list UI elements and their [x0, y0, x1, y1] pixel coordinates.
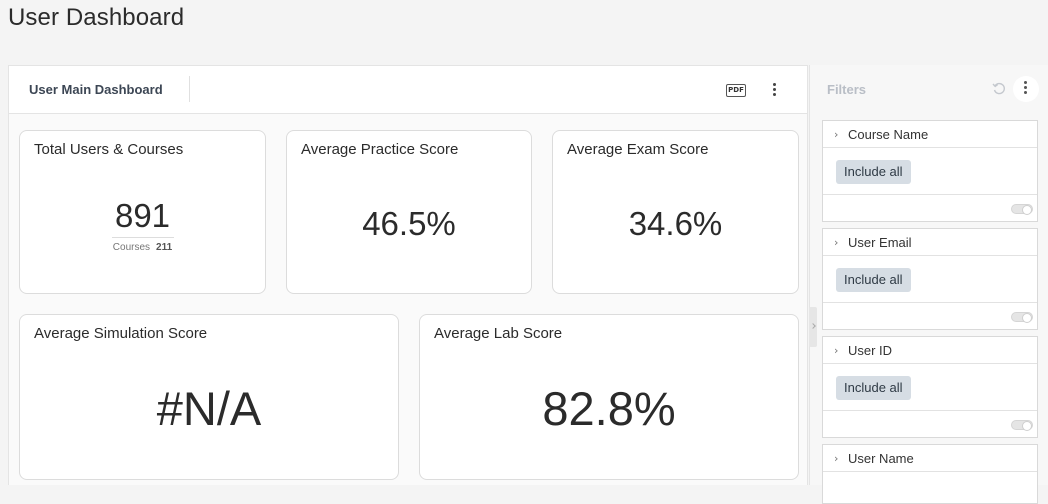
card-average-lab-score: Average Lab Score 82.8% [419, 314, 799, 480]
chevron-right-icon[interactable]: › [834, 452, 838, 465]
card-title: Total Users & Courses [34, 141, 184, 158]
filter-label: User Name [848, 451, 914, 466]
panel-collapse-handle[interactable] [809, 307, 817, 347]
filters-panel: Filters › Course Name Include all › User… [809, 65, 1048, 504]
kebab-menu-icon [1024, 81, 1028, 97]
sub-metric: Courses 211 [20, 242, 265, 253]
card-title: Average Practice Score [301, 141, 459, 158]
pdf-export-icon[interactable]: PDF [726, 84, 746, 97]
filter-header[interactable]: › User ID [823, 337, 1037, 364]
card-average-exam-score: Average Exam Score 34.6% [552, 130, 799, 294]
filter-body: Include all [823, 256, 1037, 303]
card-total-users-courses: Total Users & Courses 891 Courses 211 [19, 130, 266, 294]
include-all-chip[interactable]: Include all [836, 268, 911, 292]
card-average-simulation-score: Average Simulation Score #N/A [19, 314, 399, 480]
header-divider [189, 76, 190, 102]
filter-header[interactable]: › Course Name [823, 121, 1037, 148]
reset-icon[interactable] [992, 82, 1006, 96]
page-title: User Dashboard [8, 4, 185, 31]
chevron-right-icon[interactable]: › [834, 128, 838, 141]
chevron-right-icon[interactable]: › [834, 344, 838, 357]
card-title: Average Exam Score [567, 141, 709, 158]
filter-toggle[interactable] [1011, 420, 1033, 431]
filter-toggle[interactable] [1011, 204, 1033, 215]
filter-toggle[interactable] [1011, 312, 1033, 323]
filters-title: Filters [827, 82, 867, 97]
filters-header: Filters [810, 65, 1048, 113]
dashboard-header: User Main Dashboard PDF [9, 66, 807, 114]
card-value: #N/A [156, 382, 262, 435]
card-title: Average Simulation Score [34, 325, 208, 342]
kebab-menu-icon[interactable] [773, 83, 777, 99]
chevron-right-icon[interactable]: › [834, 236, 838, 249]
dashboard-title: User Main Dashboard [29, 82, 163, 97]
include-all-chip[interactable]: Include all [836, 160, 911, 184]
filter-body: Include all [823, 364, 1037, 411]
filter-user-name: › User Name [822, 444, 1038, 504]
filter-label: User Email [848, 235, 912, 250]
card-value: 46.5% [362, 205, 456, 242]
filter-header[interactable]: › User Email [823, 229, 1037, 256]
card-title: Average Lab Score [434, 325, 563, 342]
card-value: 891 [114, 197, 171, 234]
filter-user-id: › User ID Include all [822, 336, 1038, 438]
sub-metric-value: 211 [156, 242, 173, 253]
filter-header[interactable]: › User Name [823, 445, 1037, 472]
card-value: 34.6% [628, 205, 723, 242]
filters-menu-button[interactable] [1013, 76, 1039, 102]
filter-user-email: › User Email Include all [822, 228, 1038, 330]
filter-course-name: › Course Name Include all [822, 120, 1038, 222]
sub-divider [111, 237, 174, 238]
dashboard-panel: User Main Dashboard PDF Total Users & Co… [8, 65, 808, 485]
filter-body: Include all [823, 148, 1037, 195]
sub-metric-label: Courses [112, 242, 151, 253]
include-all-chip[interactable]: Include all [836, 376, 911, 400]
card-value: 82.8% [542, 382, 676, 435]
filter-label: User ID [848, 343, 893, 358]
filter-label: Course Name [848, 127, 929, 142]
card-average-practice-score: Average Practice Score 46.5% [286, 130, 532, 294]
